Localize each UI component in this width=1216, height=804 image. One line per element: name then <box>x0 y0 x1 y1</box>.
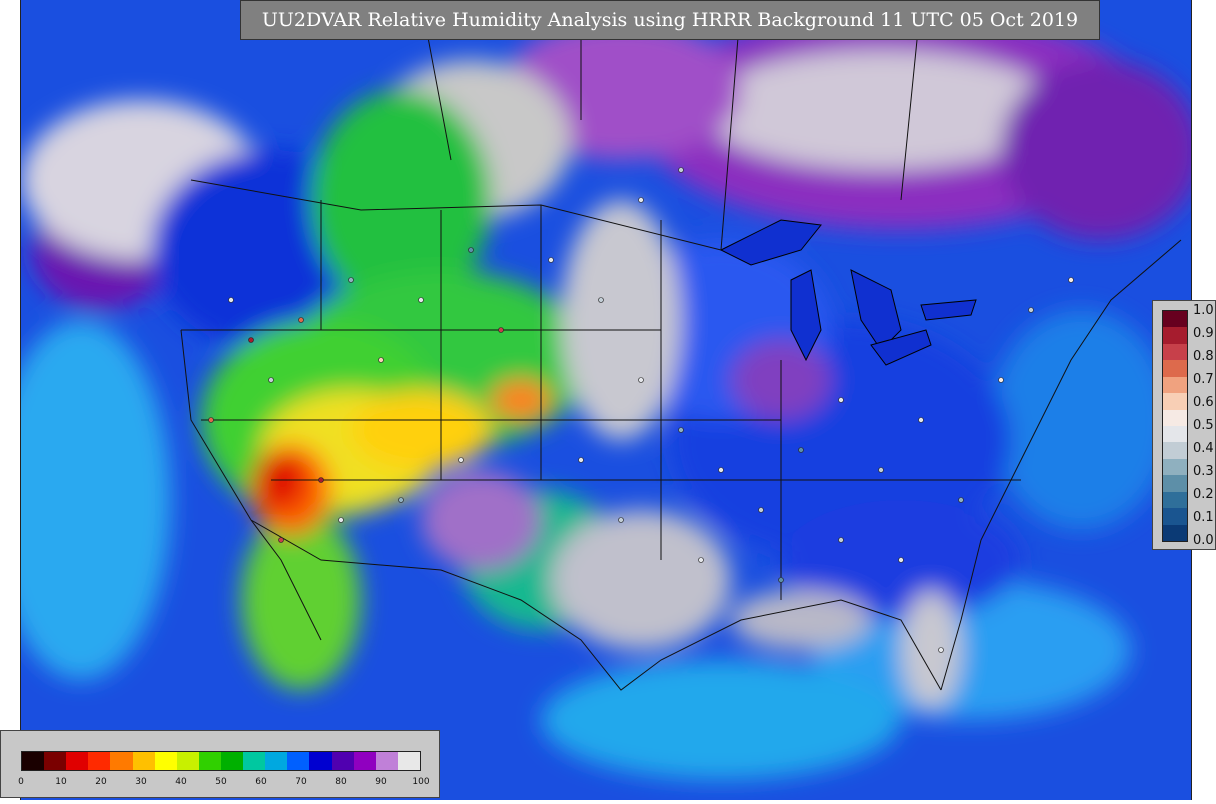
observation-colorbar-swatch <box>1163 360 1187 378</box>
rh-colorbar-tick: 30 <box>135 777 147 787</box>
rh-colorbar-swatch <box>110 752 134 770</box>
rh-colorbar-swatch <box>198 752 222 770</box>
rh-colorbar-swatch <box>44 752 67 770</box>
map-title: UU2DVAR Relative Humidity Analysis using… <box>261 9 1079 31</box>
rh-colorbar-swatch <box>66 752 89 770</box>
rh-colorbar-swatch <box>88 752 111 770</box>
observation-colorbar-swatch <box>1163 343 1187 361</box>
rh-colorbar-swatch <box>397 752 421 770</box>
observation-colorbar-tick: 0.8 <box>1193 349 1214 364</box>
rh-colorbar-tick: 0 <box>18 777 24 787</box>
rh-colorbar-swatch <box>287 752 310 770</box>
rh-colorbar-swatch <box>154 752 178 770</box>
rh-colorbar-tick: 20 <box>95 777 107 787</box>
rh-colorbar-swatch <box>132 752 156 770</box>
rh-colorbar-swatch <box>331 752 355 770</box>
observation-colorbar-swatch <box>1163 327 1187 345</box>
observation-colorbar-tick: 0.2 <box>1193 487 1214 502</box>
rh-colorbar-swatch <box>309 752 333 770</box>
observation-colorbar-tick: 0.3 <box>1193 464 1214 479</box>
observation-colorbar-swatch <box>1163 376 1187 394</box>
rh-colorbar-tick: 40 <box>175 777 187 787</box>
map-canvas <box>0 0 1201 800</box>
observation-colorbar-swatch <box>1163 475 1187 493</box>
observation-colorbar-swatch <box>1163 393 1187 411</box>
rh-colorbar-tick: 80 <box>335 777 347 787</box>
observation-colorbar-tick: 0.0 <box>1193 533 1214 548</box>
observation-colorbar-ramp <box>1162 310 1188 542</box>
rh-colorbar-ramp <box>21 751 421 771</box>
observation-colorbar-swatch <box>1163 491 1187 509</box>
rh-colorbar-swatch <box>243 752 266 770</box>
observation-colorbar: 1.0 0.9 0.8 0.7 0.6 0.5 0.4 0.3 0.2 0.1 0.0 <box>1152 300 1216 550</box>
observation-colorbar-swatch <box>1163 426 1187 443</box>
rh-colorbar-tick: 100 <box>412 777 430 787</box>
rh-colorbar-tick: 90 <box>375 777 387 787</box>
observation-colorbar-swatch <box>1163 409 1187 427</box>
observation-colorbar-tick: 0.7 <box>1193 372 1214 387</box>
rh-colorbar-swatch <box>221 752 244 770</box>
rh-colorbar-swatch <box>375 752 399 770</box>
map-title-box: UU2DVAR Relative Humidity Analysis using… <box>240 0 1100 40</box>
observation-colorbar-tick: 0.1 <box>1193 510 1214 525</box>
rh-colorbar-tick: 60 <box>255 777 267 787</box>
rh-colorbar-swatch <box>176 752 200 770</box>
observation-colorbar-tick: 1.0 <box>1193 303 1214 318</box>
rh-colorbar-swatch <box>265 752 288 770</box>
observation-colorbar-swatch <box>1163 458 1187 476</box>
rh-colorbar-swatch <box>353 752 377 770</box>
observation-colorbar-tick: 0.4 <box>1193 441 1214 456</box>
rh-colorbar-tick: 10 <box>55 777 67 787</box>
rh-colorbar: 0 10 20 30 40 50 60 70 80 90 100 <box>0 730 440 798</box>
rh-colorbar-swatch <box>22 752 45 770</box>
observation-colorbar-swatch <box>1163 524 1187 542</box>
rh-colorbar-tick: 70 <box>295 777 307 787</box>
rh-analysis-map <box>0 0 1201 800</box>
observation-colorbar-swatch <box>1163 442 1187 460</box>
observation-colorbar-tick: 0.6 <box>1193 395 1214 410</box>
observation-colorbar-tick: 0.5 <box>1193 418 1214 433</box>
observation-colorbar-swatch <box>1163 311 1187 328</box>
observation-colorbar-tick: 0.9 <box>1193 326 1214 341</box>
rh-colorbar-tick: 50 <box>215 777 227 787</box>
observation-colorbar-swatch <box>1163 508 1187 526</box>
